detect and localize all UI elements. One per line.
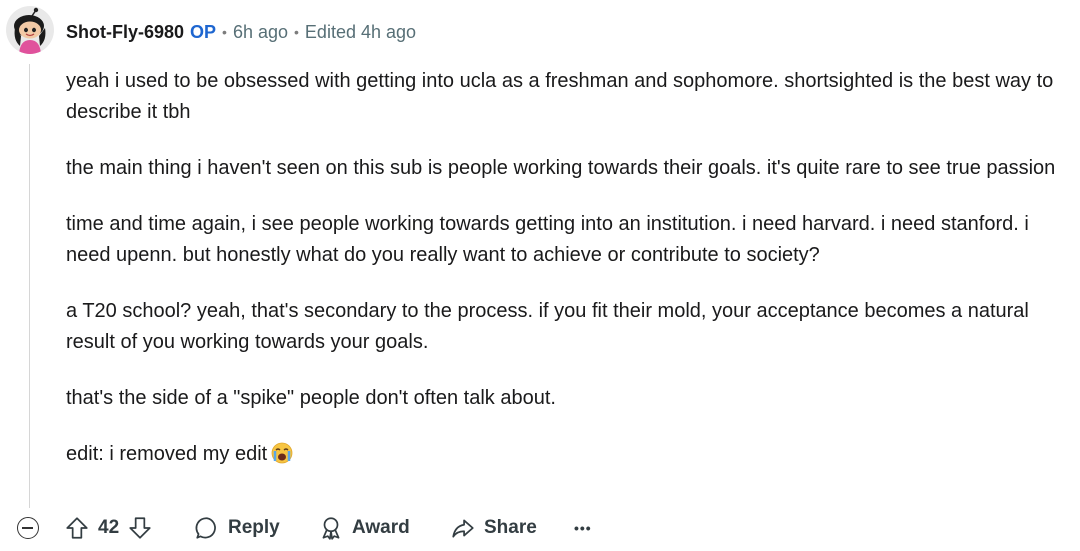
share-button[interactable]: Share bbox=[450, 512, 537, 544]
share-label: Share bbox=[484, 517, 537, 538]
comment: Shot-Fly-6980 OP • 6h ago • Edited 4h ag… bbox=[0, 0, 1080, 551]
comment-paragraph-last: edit: i removed my edit bbox=[66, 439, 1070, 470]
op-badge: OP bbox=[190, 21, 217, 42]
reply-label: Reply bbox=[228, 517, 280, 538]
more-options-icon[interactable]: ••• bbox=[574, 512, 592, 544]
separator-dot: • bbox=[222, 24, 227, 40]
crying-face-emoji-icon bbox=[271, 442, 293, 464]
comment-bubble-icon bbox=[194, 515, 220, 541]
reply-button[interactable]: Reply bbox=[194, 512, 280, 544]
comment-paragraph: that's the side of a "spike" people don'… bbox=[66, 387, 556, 409]
vote-controls: 42 bbox=[64, 512, 153, 544]
vote-count: 42 bbox=[98, 517, 120, 538]
edited-label: Edited 4h ago bbox=[304, 21, 417, 42]
share-icon bbox=[450, 515, 476, 541]
comment-paragraph: the main thing i haven't seen on this su… bbox=[66, 157, 1056, 179]
award-button[interactable]: Award bbox=[318, 512, 410, 544]
award-label: Award bbox=[352, 517, 410, 538]
author-username[interactable]: Shot-Fly-6980 bbox=[66, 22, 184, 43]
user-avatar[interactable] bbox=[6, 6, 54, 54]
comment-paragraph: a T20 school? yeah, that's secondary to … bbox=[66, 300, 1029, 353]
timestamp[interactable]: 6h ago bbox=[233, 22, 288, 43]
comment-body: yeah i used to be obsessed with getting … bbox=[66, 66, 1070, 495]
comment-paragraph-text: edit: i removed my edit bbox=[66, 443, 268, 465]
separator-dot: • bbox=[294, 24, 299, 40]
thread-line[interactable] bbox=[29, 64, 30, 508]
comment-paragraph: time and time again, i see people workin… bbox=[66, 213, 1029, 266]
award-icon bbox=[318, 515, 344, 541]
comment-actions: 42 Reply Award Share ••• bbox=[0, 508, 1080, 548]
comment-paragraph: yeah i used to be obsessed with getting … bbox=[66, 70, 1054, 123]
downvote-icon[interactable] bbox=[127, 515, 153, 541]
upvote-icon[interactable] bbox=[64, 515, 90, 541]
comment-header: Shot-Fly-6980 OP • 6h ago • Edited 4h ag… bbox=[66, 18, 416, 46]
collapse-thread-icon[interactable] bbox=[17, 517, 39, 539]
more-options-label: ••• bbox=[574, 520, 592, 536]
